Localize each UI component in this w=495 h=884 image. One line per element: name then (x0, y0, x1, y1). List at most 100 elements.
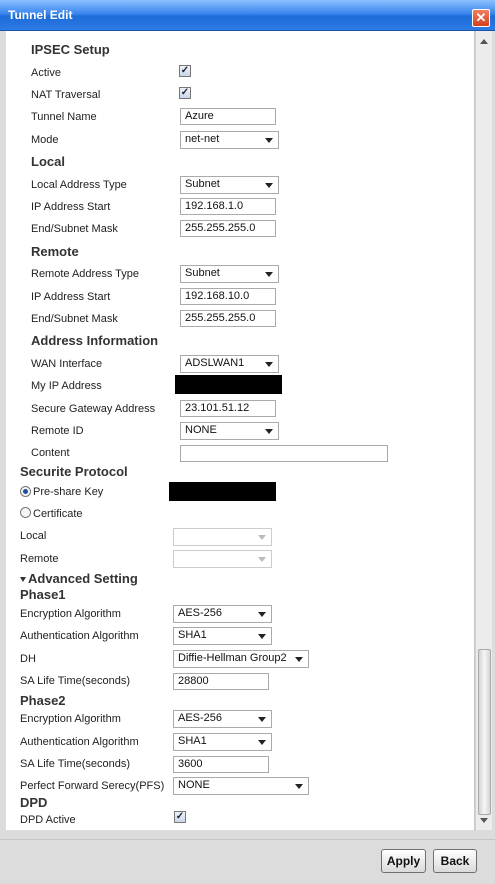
pfs-select[interactable]: NONE (173, 777, 309, 795)
scroll-up-icon[interactable] (480, 39, 488, 44)
remote-address-type-value: Subnet (185, 267, 220, 279)
certificate-radio[interactable] (20, 507, 31, 518)
remote-mask-label: End/Subnet Mask (31, 313, 118, 325)
scroll-down-icon[interactable] (480, 818, 488, 823)
chevron-down-icon (258, 717, 266, 722)
local-mask-label: End/Subnet Mask (31, 223, 118, 235)
chevron-down-icon (295, 784, 303, 789)
phase2-life-label: SA Life Time(seconds) (20, 758, 131, 770)
cert-remote-label: Remote (20, 553, 59, 565)
section-heading-local: Local (31, 154, 65, 169)
dpd-active-checkbox[interactable]: ✓ (174, 811, 186, 823)
section-heading-phase1: Phase1 (20, 587, 66, 602)
my-ip-redacted (175, 375, 282, 394)
phase1-auth-value: SHA1 (178, 629, 207, 641)
chevron-down-icon (258, 634, 266, 639)
preshare-radio[interactable] (20, 486, 31, 497)
remote-id-label: Remote ID (31, 425, 84, 437)
secure-gateway-label: Secure Gateway Address (31, 403, 156, 415)
window-titlebar: Tunnel Edit ✕ (0, 0, 495, 31)
cert-remote-select[interactable] (173, 550, 272, 568)
cert-local-select[interactable] (173, 528, 272, 546)
chevron-down-icon (258, 612, 266, 617)
remote-id-select[interactable]: NONE (180, 422, 279, 440)
phase1-encryption-value: AES-256 (178, 607, 223, 619)
phase1-life-label: SA Life Time(seconds) (20, 675, 131, 687)
wan-interface-label: WAN Interface (31, 358, 103, 370)
my-ip-label: My IP Address (31, 380, 102, 392)
tunnel-name-label: Tunnel Name (31, 111, 97, 123)
pfs-label: Perfect Forward Serecy(PFS) (20, 780, 165, 792)
section-heading-protocol: Securite Protocol (20, 464, 128, 479)
content-label: Content (31, 447, 70, 459)
scrollbar-thumb[interactable] (478, 649, 491, 815)
chevron-down-icon (258, 740, 266, 745)
mode-label: Mode (31, 134, 59, 146)
section-heading-remote: Remote (31, 244, 79, 259)
chevron-down-icon (265, 138, 273, 143)
expand-triangle-icon (20, 577, 26, 583)
chevron-down-icon (258, 557, 266, 562)
remote-address-type-select[interactable]: Subnet (180, 265, 279, 283)
phase1-encryption-select[interactable]: AES-256 (173, 605, 272, 623)
phase1-auth-label: Authentication Algorithm (20, 630, 139, 642)
chevron-down-icon (265, 362, 273, 367)
phase2-encryption-label: Encryption Algorithm (20, 713, 121, 725)
section-heading-address-info: Address Information (31, 333, 159, 348)
local-ip-start-label: IP Address Start (31, 201, 111, 213)
mode-select-value: net-net (185, 133, 220, 145)
tunnel-form: IPSEC Setup Active ✓ NAT Traversal ✓ Tun… (6, 31, 475, 830)
phase2-auth-label: Authentication Algorithm (20, 736, 139, 748)
tunnel-name-input[interactable]: Azure (180, 108, 276, 125)
local-address-type-select[interactable]: Subnet (180, 176, 279, 194)
phase2-auth-select[interactable]: SHA1 (173, 733, 272, 751)
chevron-down-icon (265, 183, 273, 188)
chevron-down-icon (265, 272, 273, 277)
remote-mask-input[interactable]: 255.255.255.0 (180, 310, 276, 327)
apply-button[interactable]: Apply (381, 849, 426, 873)
local-mask-input[interactable]: 255.255.255.0 (180, 220, 276, 237)
dpd-active-label: DPD Active (20, 814, 76, 826)
pfs-value: NONE (178, 779, 210, 791)
phase2-encryption-value: AES-256 (178, 712, 223, 724)
preshare-label: Pre-share Key (33, 486, 104, 498)
content-input[interactable] (180, 445, 388, 462)
local-address-type-label: Local Address Type (31, 179, 127, 191)
wan-interface-value: ADSLWAN1 (185, 357, 245, 369)
chevron-down-icon (265, 429, 273, 434)
phase2-life-input[interactable]: 3600 (173, 756, 269, 773)
local-ip-start-input[interactable]: 192.168.1.0 (180, 198, 276, 215)
phase2-auth-value: SHA1 (178, 735, 207, 747)
section-heading-ipsec: IPSEC Setup (31, 42, 110, 57)
remote-ip-start-label: IP Address Start (31, 291, 111, 303)
cert-local-label: Local (20, 530, 47, 542)
mode-select[interactable]: net-net (180, 131, 279, 149)
window-title: Tunnel Edit (8, 8, 73, 22)
chevron-down-icon (295, 657, 303, 662)
advanced-setting-label: Advanced Setting (28, 571, 138, 586)
nat-traversal-checkbox[interactable]: ✓ (179, 87, 191, 99)
secure-gateway-input[interactable]: 23.101.51.12 (180, 400, 276, 417)
remote-ip-start-input[interactable]: 192.168.10.0 (180, 288, 276, 305)
advanced-setting-toggle[interactable]: Advanced Setting (20, 571, 138, 586)
close-icon[interactable]: ✕ (472, 9, 490, 27)
vertical-scrollbar[interactable] (475, 31, 492, 830)
back-button[interactable]: Back (433, 849, 477, 873)
dh-label: DH (20, 653, 36, 665)
active-checkbox[interactable]: ✓ (179, 65, 191, 77)
active-label: Active (31, 67, 61, 79)
phase1-auth-select[interactable]: SHA1 (173, 627, 272, 645)
phase1-encryption-label: Encryption Algorithm (20, 608, 121, 620)
preshare-key-redacted (169, 482, 276, 501)
dialog-footer: Apply Back (0, 839, 495, 884)
section-heading-dpd: DPD (20, 795, 48, 810)
dh-select[interactable]: Diffie-Hellman Group2 (173, 650, 309, 668)
phase1-life-input[interactable]: 28800 (173, 673, 269, 690)
dh-value: Diffie-Hellman Group2 (178, 652, 287, 664)
section-heading-phase2: Phase2 (20, 693, 66, 708)
wan-interface-select[interactable]: ADSLWAN1 (180, 355, 279, 373)
chevron-down-icon (258, 535, 266, 540)
remote-address-type-label: Remote Address Type (31, 268, 140, 280)
phase2-encryption-select[interactable]: AES-256 (173, 710, 272, 728)
nat-traversal-label: NAT Traversal (31, 89, 101, 101)
